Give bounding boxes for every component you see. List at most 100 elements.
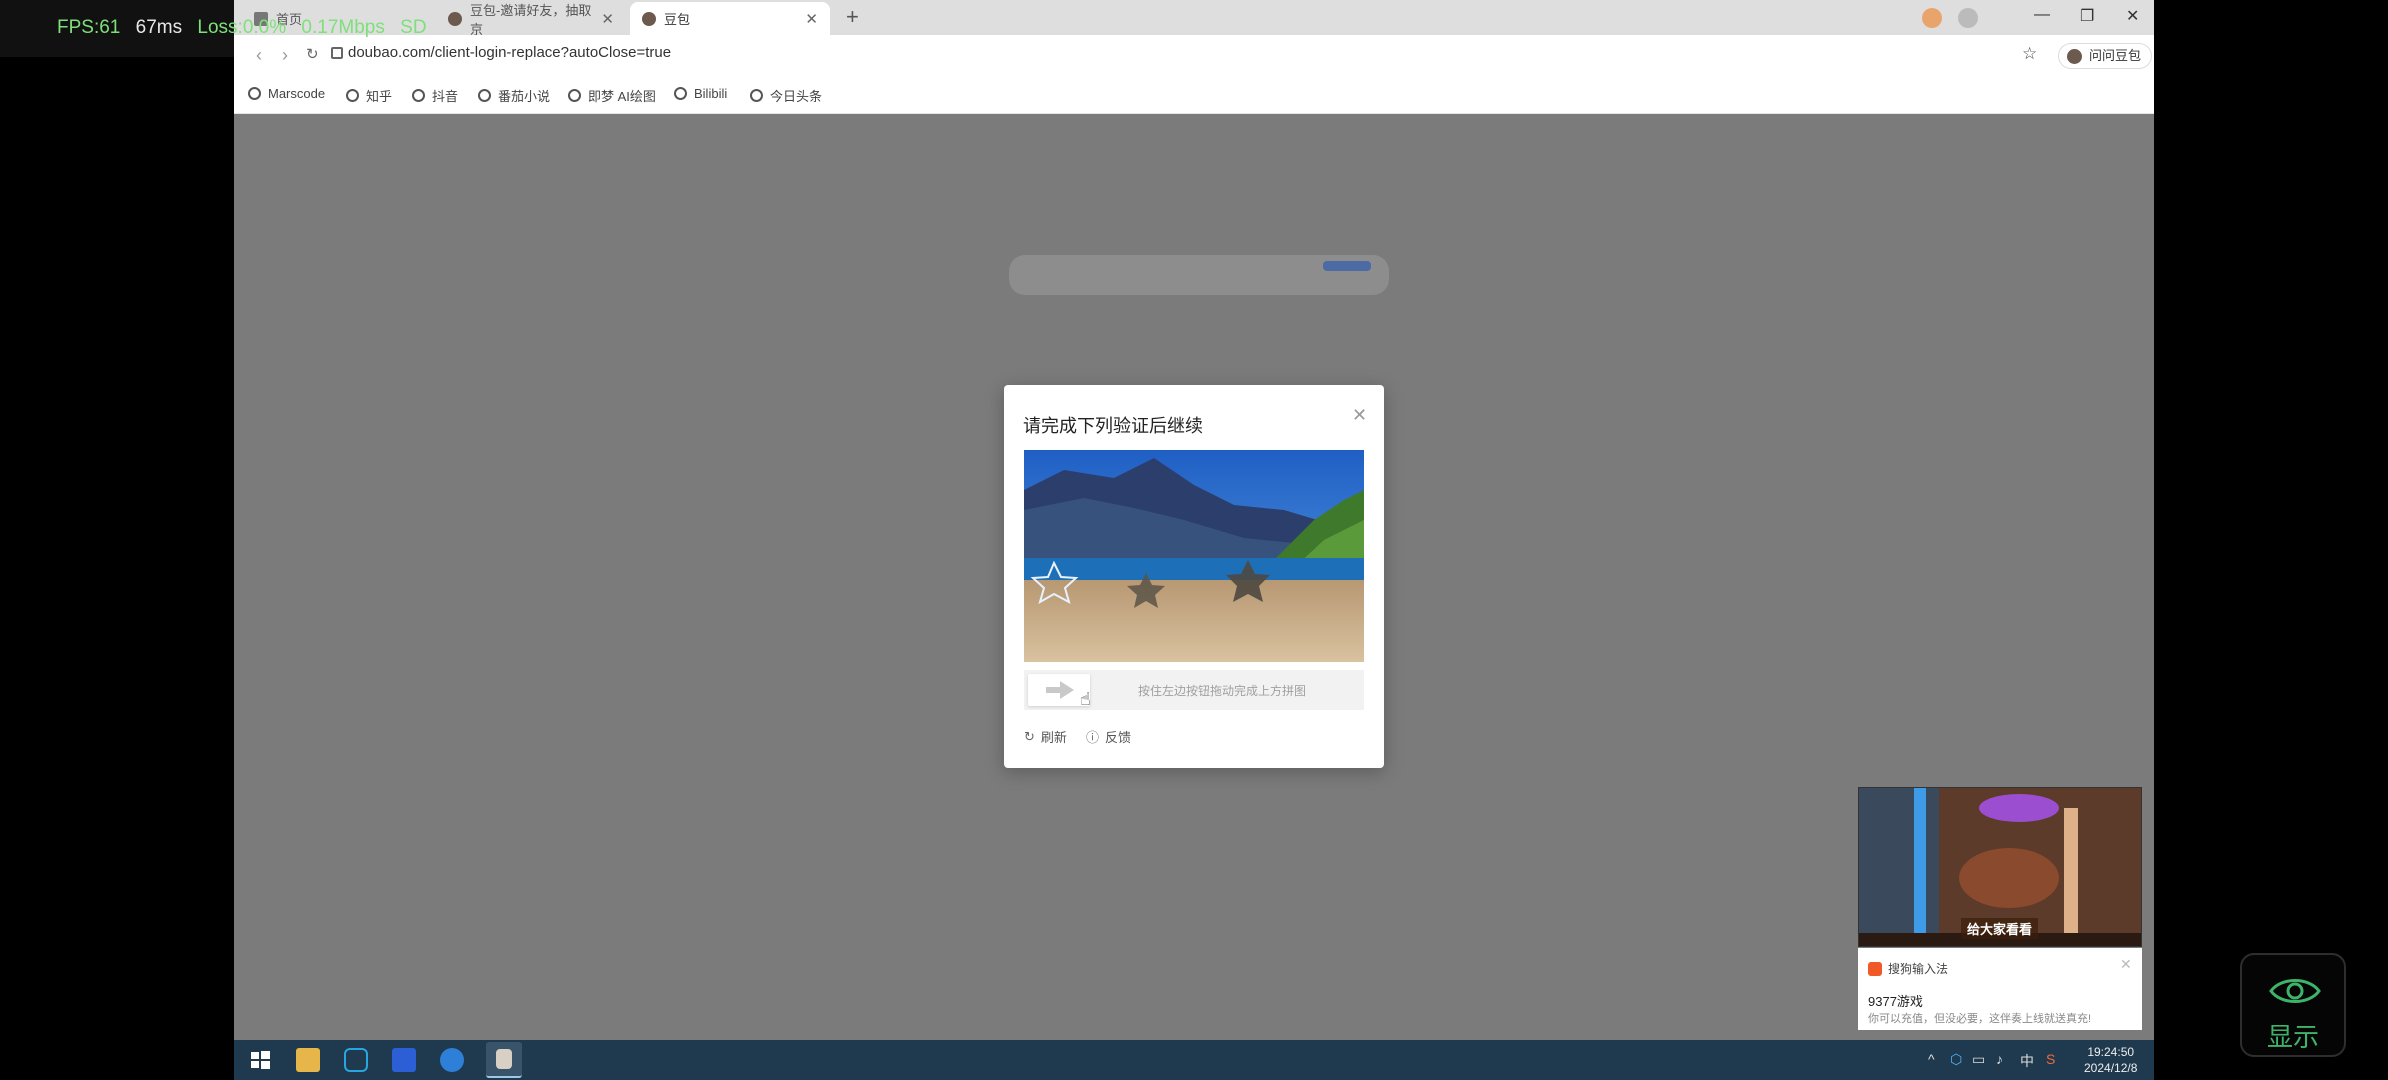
browser-s-icon[interactable] — [440, 1048, 464, 1072]
taskbar-clock[interactable]: 19:24:50 2024/12/8 — [2084, 1044, 2137, 1076]
tab-label: 豆包 — [664, 12, 691, 27]
quality-readout: SD — [400, 17, 427, 38]
ime-indicator[interactable]: 中 — [2020, 1051, 2034, 1071]
ask-doubao-label: 问问豆包 — [2089, 48, 2142, 63]
site-info-icon[interactable] — [331, 47, 343, 59]
ime-subtitle: 你可以充值，但没必要，这伴奏上线就送真充! — [1868, 1013, 2092, 1025]
profile-avatar-icon[interactable] — [1958, 8, 1978, 28]
globe-icon — [346, 89, 359, 102]
game-caption: 给大家看看 — [1961, 918, 2039, 939]
tray-expand-icon[interactable]: ^ — [1928, 1051, 1935, 1067]
ime-title: 9377游戏 — [1868, 994, 1923, 1009]
stream-stats: FPS:61 67ms Loss:0.0% 0.17Mbps SD — [57, 17, 437, 39]
bookmark-marscode[interactable]: Marscode — [248, 86, 325, 101]
slider-handle[interactable]: ☝ — [1028, 674, 1091, 709]
refresh-icon: ↻ — [1024, 728, 1035, 744]
globe-icon — [568, 89, 581, 102]
reload-icon[interactable]: ↻ — [306, 45, 319, 63]
clock-date: 2024/12/8 — [2084, 1061, 2138, 1075]
windows-start-icon[interactable] — [248, 1048, 272, 1072]
doubao-favicon-icon — [448, 11, 462, 26]
show-button[interactable]: 显示 — [2240, 953, 2346, 1057]
bookmark-label: 知乎 — [366, 89, 393, 104]
game-preview-video[interactable]: 给大家看看 — [1858, 787, 2142, 947]
tab-close-icon[interactable]: ✕ — [601, 10, 614, 28]
globe-icon — [750, 89, 763, 102]
doubao-app-icon[interactable] — [486, 1042, 522, 1078]
bookmark-jimeng[interactable]: 即梦 AI绘图 — [568, 86, 656, 105]
fps-readout: FPS:61 — [57, 17, 121, 38]
lake-landscape-image — [1024, 450, 1364, 662]
bookmark-label: Bilibili — [694, 86, 728, 101]
back-icon[interactable]: ‹ — [256, 45, 262, 66]
captcha-dialog: 请完成下列验证后继续 ✕ ☝ 按住左边按钮拖动完成上方拼图 ↻ 刷新 ⓘ 反馈 — [1004, 385, 1384, 768]
tab-close-icon[interactable]: ✕ — [805, 10, 818, 28]
volume-icon[interactable]: ♪ — [1996, 1051, 2003, 1067]
loss-readout: Loss:0.0% — [197, 17, 287, 38]
restore-icon[interactable]: ❐ — [2080, 6, 2094, 26]
ask-doubao-button[interactable]: 问问豆包 — [2058, 43, 2153, 69]
bookmark-douyin[interactable]: 抖音 — [412, 86, 458, 105]
globe-icon — [478, 89, 491, 102]
login-card-behind — [1009, 255, 1389, 295]
bookmark-fanqie[interactable]: 番茄小说 — [478, 86, 550, 105]
box-app-icon[interactable] — [344, 1048, 368, 1072]
show-label: 显示 — [2266, 1022, 2319, 1052]
refresh-button[interactable]: ↻ 刷新 — [1024, 727, 1067, 746]
bookmark-toutiao[interactable]: 今日头条 — [750, 86, 822, 105]
info-icon: ⓘ — [1086, 730, 1100, 745]
bookmark-label: 抖音 — [432, 89, 459, 104]
captcha-close-icon[interactable]: ✕ — [1352, 405, 1367, 426]
slider-hint: 按住左边按钮拖动完成上方拼图 — [1138, 684, 1307, 698]
feedback-button[interactable]: ⓘ 反馈 — [1086, 727, 1131, 746]
hand-cursor-icon: ☝ — [1080, 689, 1091, 709]
bookmark-label: 番茄小说 — [498, 89, 551, 104]
doubao-favicon-icon — [642, 11, 656, 26]
forward-icon[interactable]: › — [282, 45, 288, 66]
bookmarks-bar: Marscode 知乎 抖音 番茄小说 即梦 AI绘图 Bilibili 今日头… — [234, 78, 2154, 114]
ime-notification[interactable]: 搜狗输入法 ✕ 9377游戏 你可以充值，但没必要，这伴奏上线就送真充! — [1858, 948, 2142, 1030]
doubao-avatar-icon — [2067, 49, 2082, 64]
sogou-tray-icon[interactable]: S — [2046, 1051, 2055, 1067]
url-field[interactable]: doubao.com/client-login-replace?autoClos… — [348, 44, 671, 61]
screen: FPS:61 67ms Loss:0.0% 0.17Mbps SD 首页 豆包-… — [0, 0, 2388, 1080]
tray-app-icon[interactable]: ⬡ — [1950, 1051, 1962, 1068]
network-icon[interactable]: ▭ — [1972, 1051, 1985, 1068]
refresh-label: 刷新 — [1040, 730, 1067, 745]
bookmark-zhihu[interactable]: 知乎 — [346, 86, 392, 105]
clock-time: 19:24:50 — [2087, 1045, 2135, 1059]
eye-icon — [2269, 979, 2321, 1003]
captcha-title: 请完成下列验证后继续 — [1023, 416, 1203, 436]
ime-app-name: 搜狗输入法 — [1888, 962, 1949, 976]
globe-icon — [674, 87, 687, 100]
arrow-right-icon — [1046, 681, 1074, 699]
feedback-label: 反馈 — [1105, 730, 1132, 745]
sogou-logo-icon — [1868, 961, 1882, 976]
bookmark-label: Marscode — [268, 86, 326, 101]
bandwidth-readout: 0.17Mbps — [301, 17, 385, 38]
puzzle-image — [1024, 450, 1364, 662]
window-close-icon[interactable]: ✕ — [2126, 6, 2139, 26]
minimize-icon[interactable]: — — [2034, 6, 2050, 24]
bookmark-star-icon[interactable]: ☆ — [2022, 44, 2037, 64]
ime-header: 搜狗输入法 — [1868, 960, 1948, 977]
slider-track[interactable]: ☝ 按住左边按钮拖动完成上方拼图 — [1024, 670, 1364, 710]
tab-strip: 首页 豆包-邀请好友，抽取京 ✕ 豆包 ✕ + — ❐ ✕ — [234, 0, 2154, 37]
globe-icon — [248, 87, 261, 100]
bookmark-bilibili[interactable]: Bilibili — [674, 86, 727, 101]
tab-doubao[interactable]: 豆包 ✕ — [630, 2, 830, 35]
login-button-hint — [1323, 261, 1371, 271]
media-app-icon[interactable] — [392, 1048, 416, 1072]
bookmark-label: 即梦 AI绘图 — [588, 89, 656, 104]
bookmark-label: 今日头条 — [770, 89, 823, 104]
tab-invite[interactable]: 豆包-邀请好友，抽取京 ✕ — [436, 2, 626, 37]
extension-icon[interactable] — [1922, 8, 1942, 28]
address-bar: ‹ › ↻ doubao.com/client-login-replace?au… — [234, 35, 2154, 78]
ime-close-icon[interactable]: ✕ — [2120, 956, 2132, 973]
file-explorer-icon[interactable] — [296, 1048, 320, 1072]
latency-readout: 67ms — [135, 17, 183, 38]
new-tab-icon[interactable]: + — [846, 4, 859, 30]
globe-icon — [412, 89, 425, 102]
tab-label: 豆包-邀请好友，抽取京 — [470, 2, 592, 37]
taskbar: ^ ⬡ ▭ ♪ 中 S 19:24:50 2024/12/8 — [234, 1040, 2154, 1080]
